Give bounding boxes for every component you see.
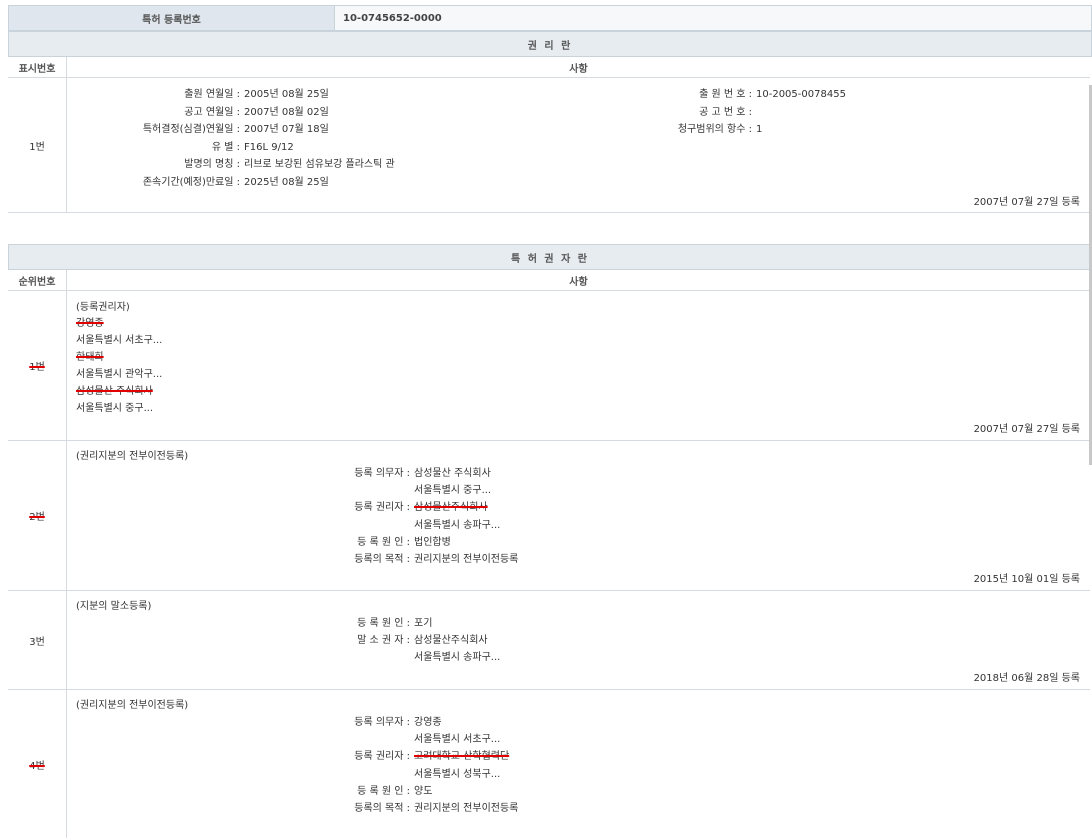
decision-date-label: 특허결정(심결)연월일 :	[143, 124, 240, 136]
cause-label: 등 록 원 인 :	[357, 537, 410, 549]
obligor-label: 등록 의무자 :	[354, 717, 410, 729]
col-rank-number: 순위번호	[8, 270, 67, 290]
holder-row: 3번 (지분의 말소등록) 등 록 원 인 : 포기 말 소 권 자 : 삼성물…	[8, 591, 1090, 690]
rights-section-title: 권 리 란	[8, 31, 1092, 57]
cause-value: 양도	[414, 786, 432, 798]
registration-date: 2015년 10월 01일 등록	[974, 570, 1080, 585]
row-number-text: 2번	[29, 508, 45, 523]
obligor-name: 강영종	[414, 717, 442, 729]
registration-number-label: 특허 등록번호	[9, 6, 335, 30]
application-number-label: 출 원 번 호 :	[699, 89, 752, 101]
registration-number-value: 10-0745652-0000	[335, 6, 1091, 30]
entry-heading: (등록권리자)	[76, 302, 130, 314]
rights-table-header: 표시번호 사항	[8, 57, 1090, 78]
invention-title-label: 발명의 명칭 :	[184, 159, 240, 171]
cause-label: 등 록 원 인 :	[357, 618, 410, 630]
expiry-date: 2025년 08월 25일	[244, 177, 329, 189]
purpose-label: 등록의 목적 :	[354, 803, 410, 815]
row-number: 1번	[8, 291, 67, 440]
row-number: 3번	[8, 591, 67, 689]
obligor-address: 서울특별시 중구...	[414, 485, 491, 497]
obligor-name: 삼성물산 주식회사	[414, 468, 491, 480]
col-display-number: 표시번호	[8, 57, 67, 77]
row-number: 4번	[8, 690, 67, 838]
holder-row: 1번 (등록권리자) 강영종 서울특별시 서초구... 한태희 서울특별시 관악…	[8, 291, 1090, 441]
entry-heading: (지분의 말소등록)	[76, 601, 151, 613]
filing-date: 2005년 08월 25일	[244, 89, 329, 101]
purpose-value: 권리지분의 전부이전등록	[414, 803, 518, 815]
expiry-date-label: 존속기간(예정)만료일 :	[143, 177, 240, 189]
pub-date-label: 공고 연월일 :	[184, 107, 240, 119]
holder-address: 서울특별시 송파구...	[414, 520, 500, 532]
application-number: 10-2005-0078455	[756, 89, 846, 101]
cancel-holder-label: 말 소 권 자 :	[357, 635, 410, 647]
holder-label: 등록 권리자 :	[354, 751, 410, 763]
registration-date: 2018년 06월 28일 등록	[974, 669, 1080, 684]
purpose-label: 등록의 목적 :	[354, 554, 410, 566]
holder-address: 서울특별시 성북구...	[414, 769, 500, 781]
holder-name: 한태희	[76, 352, 104, 364]
rights-row: 1번 출원 연월일 : 2005년 08월 25일 공고 연월일 : 2007년…	[8, 78, 1090, 213]
pub-date: 2007년 08월 02일	[244, 107, 329, 119]
holder-address: 서울특별시 중구...	[76, 403, 153, 415]
entry-heading: (권리지분의 전부이전등록)	[76, 700, 188, 712]
entry-heading: (권리지분의 전부이전등록)	[76, 451, 188, 463]
registration-date: 2007년 07월 27일 등록	[974, 420, 1080, 435]
holder-label: 등록 권리자 :	[354, 502, 410, 514]
holders-section-title: 특 허 권 자 란	[8, 244, 1092, 270]
purpose-value: 권리지분의 전부이전등록	[414, 554, 518, 566]
col-content: 사항	[67, 57, 1090, 77]
cause-value: 포기	[414, 618, 432, 630]
row-number: 1번	[8, 78, 67, 212]
publication-number-label: 공 고 번 호 :	[699, 107, 752, 119]
row-number-text: 4번	[29, 757, 45, 772]
cause-label: 등 록 원 인 :	[357, 786, 410, 798]
invention-title: 리브로 보강된 섬유보강 플라스틱 관	[244, 159, 395, 171]
claims-count: 1	[756, 124, 762, 136]
holder-address: 서울특별시 관악구...	[76, 369, 162, 381]
obligor-label: 등록 의무자 :	[354, 468, 410, 480]
row-number: 2번	[8, 441, 67, 590]
holder-name: 고려대학교 산학협력단	[414, 751, 509, 763]
row-number-text: 1번	[29, 358, 45, 373]
decision-date: 2007년 07월 18일	[244, 124, 329, 136]
claims-count-label: 청구범위의 항수 :	[678, 124, 752, 136]
holder-row: 4번 (권리지분의 전부이전등록) 등록 의무자 : 강영종 서울특별시 서초구…	[8, 690, 1090, 840]
col-content: 사항	[67, 270, 1090, 290]
class-label: 유 별 :	[212, 142, 240, 154]
registration-date: 2007년 07월 27일 등록	[974, 193, 1080, 208]
holder-name: 삼성물산 주식회사	[76, 386, 153, 398]
filing-date-label: 출원 연월일 :	[184, 89, 240, 101]
holder-name: 삼성물산주식회사	[414, 502, 488, 514]
registration-number-bar: 특허 등록번호 10-0745652-0000	[8, 5, 1092, 31]
cancel-holder-address: 서울특별시 송파구...	[414, 652, 500, 664]
holder-name: 강영종	[76, 318, 104, 330]
cancel-holder-name: 삼성물산주식회사	[414, 635, 488, 647]
holders-table-header: 순위번호 사항	[8, 270, 1090, 291]
cause-value: 법인합병	[414, 537, 451, 549]
obligor-address: 서울특별시 서초구...	[414, 734, 500, 746]
holder-row: 2번 (권리지분의 전부이전등록) 등록 의무자 : 삼성물산 주식회사 서울특…	[8, 441, 1090, 591]
holder-address: 서울특별시 서초구...	[76, 335, 162, 347]
class-value: F16L 9/12	[244, 142, 294, 154]
